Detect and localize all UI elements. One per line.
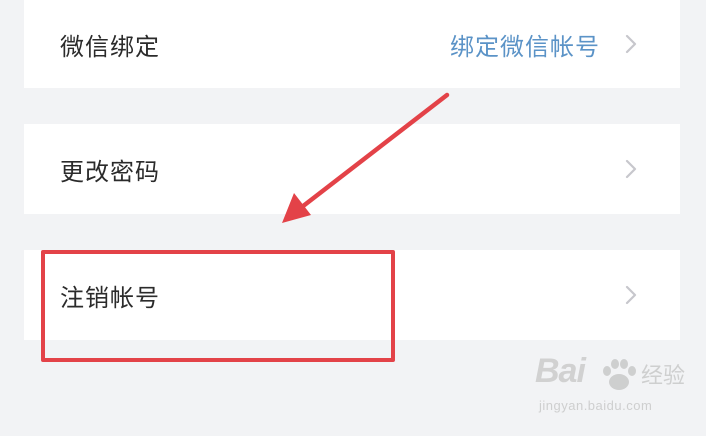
chevron-right-icon: [624, 158, 638, 180]
paw-icon: [599, 356, 639, 398]
chevron-right-icon: [624, 33, 638, 55]
watermark-logo-text: Bai: [535, 352, 586, 390]
bind-wechat-account-link[interactable]: 绑定微信帐号: [450, 27, 600, 62]
change-password-label: 更改密码: [60, 157, 160, 186]
baidu-jingyan-watermark: Bai 经验 jingyan.baidu.com: [535, 352, 695, 422]
watermark-exp-text: 经验: [641, 364, 686, 389]
wechat-binding-label: 微信绑定: [60, 32, 160, 61]
chevron-right-icon: [624, 284, 638, 306]
wechat-binding-row[interactable]: 微信绑定 绑定微信帐号: [24, 0, 680, 88]
highlight-box: [41, 250, 395, 362]
watermark-url: jingyan.baidu.com: [539, 398, 653, 413]
change-password-row[interactable]: 更改密码: [24, 124, 680, 214]
